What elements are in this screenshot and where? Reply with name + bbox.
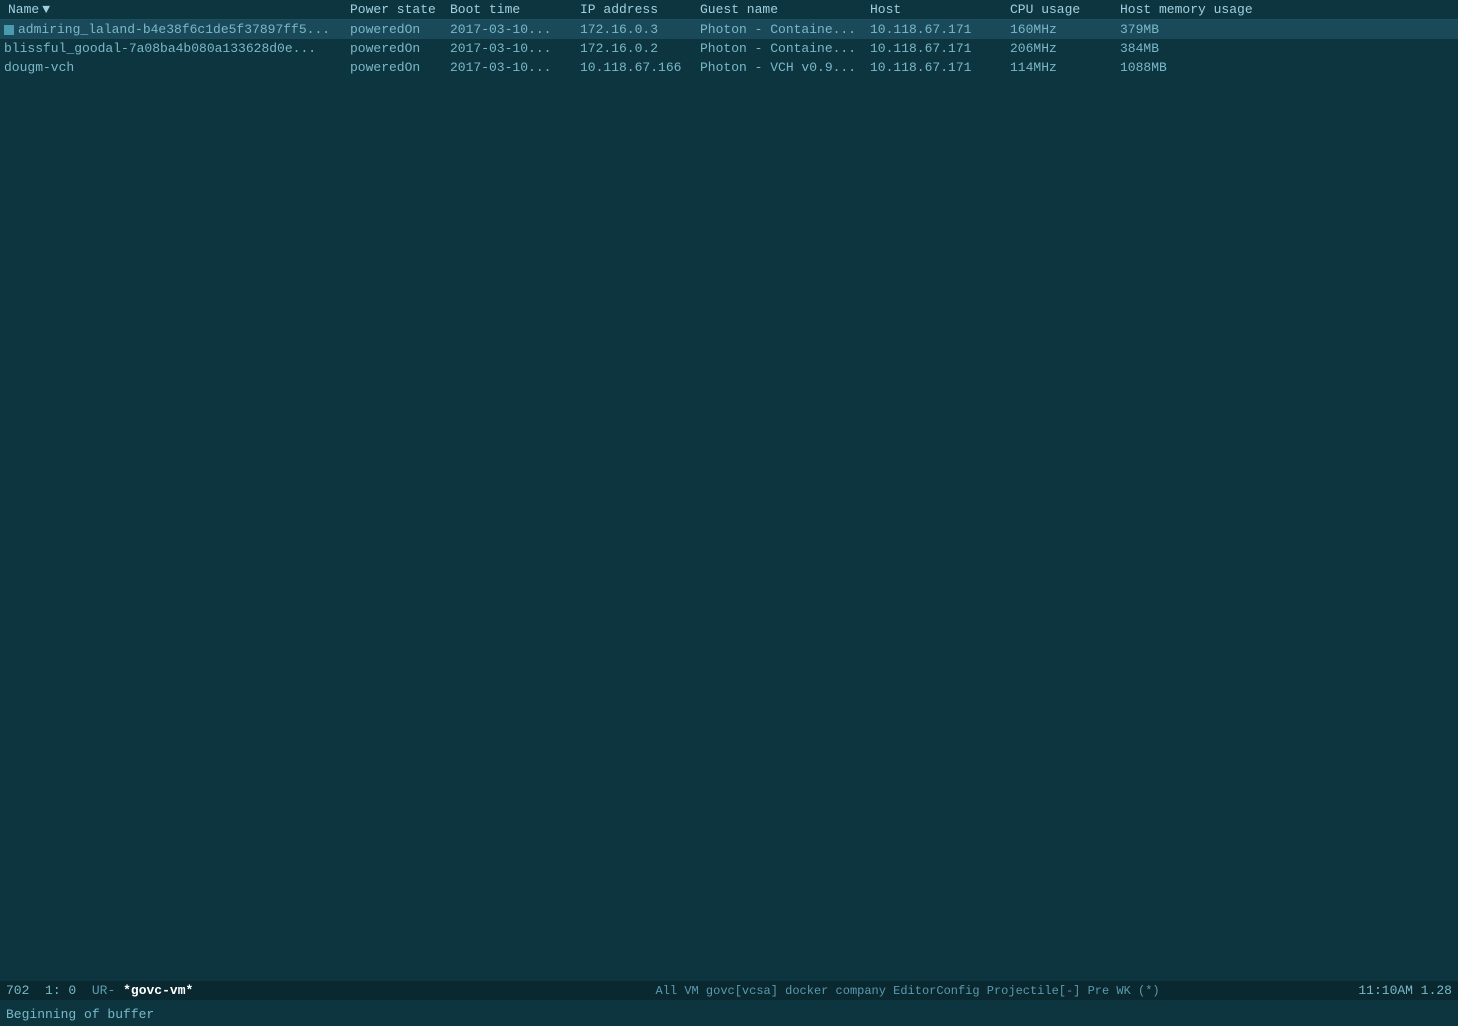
cell-cpu-2: 114MHz: [1010, 60, 1120, 75]
col-name-label: Name: [8, 2, 39, 17]
col-header-mem[interactable]: Host memory usage: [1120, 2, 1270, 17]
status-bar-center: All VM govc[vcsa] docker company EditorC…: [457, 984, 1359, 998]
cell-boot-0: 2017-03-10...: [450, 22, 580, 37]
cell-power-1: poweredOn: [350, 41, 450, 56]
cell-mem-1: 384MB: [1120, 41, 1270, 56]
col-header-guest[interactable]: Guest name: [700, 2, 870, 17]
cell-mem-0: 379MB: [1120, 22, 1270, 37]
cell-guest-1: Photon - Containe...: [700, 41, 870, 56]
status-time: 11:10AM: [1358, 983, 1413, 998]
status-line-col: 1: 0: [37, 983, 84, 998]
status-version: 1.28: [1421, 983, 1452, 998]
cell-power-2: poweredOn: [350, 60, 450, 75]
table-row[interactable]: blissful_goodal-7a08ba4b080a133628d0e...…: [0, 39, 1458, 58]
cell-host-0: 10.118.67.171: [870, 22, 1010, 37]
bottom-bar-text: Beginning of buffer: [6, 1007, 154, 1022]
cell-cpu-1: 206MHz: [1010, 41, 1120, 56]
cell-host-2: 10.118.67.171: [870, 60, 1010, 75]
sort-indicator: ▼: [42, 2, 50, 17]
cell-guest-2: Photon - VCH v0.9...: [700, 60, 870, 75]
status-filename: *govc-vm*: [123, 983, 193, 998]
cell-host-1: 10.118.67.171: [870, 41, 1010, 56]
col-header-ip[interactable]: IP address: [580, 2, 700, 17]
cell-ip-0: 172.16.0.3: [580, 22, 700, 37]
status-bar-right: 11:10AM 1.28: [1358, 983, 1452, 998]
cell-name-2: dougm-vch: [0, 60, 350, 75]
cell-ip-2: 10.118.67.166: [580, 60, 700, 75]
cell-boot-2: 2017-03-10...: [450, 60, 580, 75]
status-position: 702: [6, 983, 29, 998]
col-header-power[interactable]: Power state: [350, 2, 450, 17]
table-header: Name▼ Power state Boot time IP address G…: [0, 0, 1458, 20]
cell-boot-1: 2017-03-10...: [450, 41, 580, 56]
vm-table: Name▼ Power state Boot time IP address G…: [0, 0, 1458, 77]
table-row[interactable]: admiring_laland-b4e38f6c1de5f37897ff5...…: [0, 20, 1458, 39]
col-header-cpu[interactable]: CPU usage: [1010, 2, 1120, 17]
table-row[interactable]: dougm-vch poweredOn 2017-03-10... 10.118…: [0, 58, 1458, 77]
cell-cpu-0: 160MHz: [1010, 22, 1120, 37]
cell-name-0: admiring_laland-b4e38f6c1de5f37897ff5...: [0, 22, 350, 37]
col-header-boot[interactable]: Boot time: [450, 2, 580, 17]
status-bar: 702 1: 0 UR- *govc-vm* All VM govc[vcsa]…: [0, 981, 1458, 1000]
row-indicator-0: [4, 25, 14, 35]
bottom-bar: Beginning of buffer: [0, 1003, 1458, 1026]
status-bar-left: 702 1: 0 UR- *govc-vm*: [6, 983, 457, 998]
cell-mem-2: 1088MB: [1120, 60, 1270, 75]
status-mode: UR-: [92, 983, 115, 998]
main-content: Name▼ Power state Boot time IP address G…: [0, 0, 1458, 974]
cell-power-0: poweredOn: [350, 22, 450, 37]
cell-name-1: blissful_goodal-7a08ba4b080a133628d0e...: [0, 41, 350, 56]
cell-ip-1: 172.16.0.2: [580, 41, 700, 56]
col-header-host[interactable]: Host: [870, 2, 1010, 17]
col-header-name[interactable]: Name▼: [0, 2, 350, 17]
cell-guest-0: Photon - Containe...: [700, 22, 870, 37]
